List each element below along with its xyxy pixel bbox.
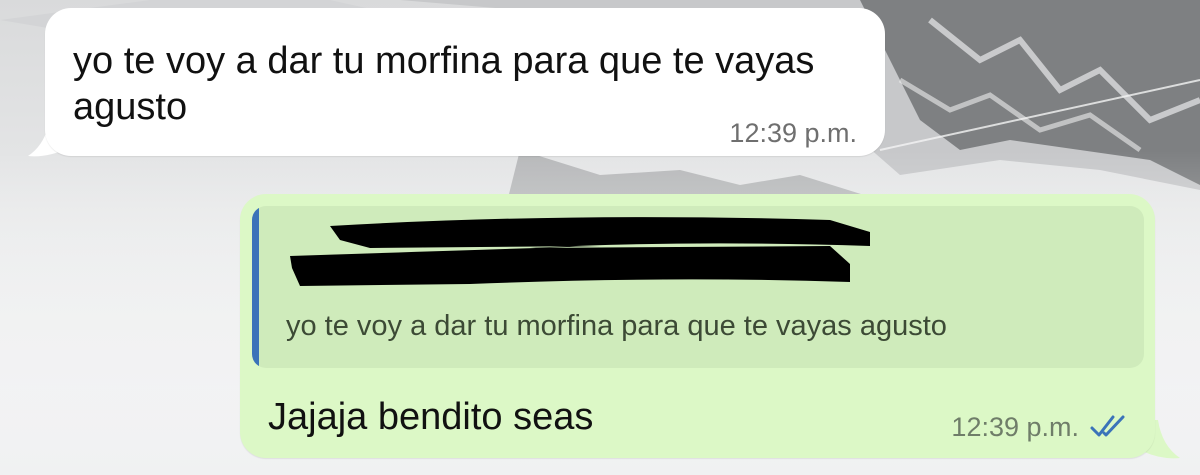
outgoing-message-bubble[interactable]: yo te voy a dar tu morfina para que te v… [240,194,1155,458]
outgoing-message-time: 12:39 p.m. [951,412,1079,442]
quoted-message-text: yo te voy a dar tu morfina para que te v… [286,310,947,342]
double-check-read-icon [1090,415,1125,437]
outgoing-message-text: Jajaja bendito seas [268,396,594,438]
incoming-message-time: 12:39 p.m. [729,118,857,148]
quoted-reply-preview[interactable]: yo te voy a dar tu morfina para que te v… [252,206,1144,368]
incoming-message-text: yo te voy a dar tu morfina para que te v… [73,40,815,128]
incoming-message-bubble[interactable]: yo te voy a dar tu morfina para que te v… [45,8,885,156]
redaction-scribble [290,217,870,286]
quote-accent-bar [252,206,259,368]
